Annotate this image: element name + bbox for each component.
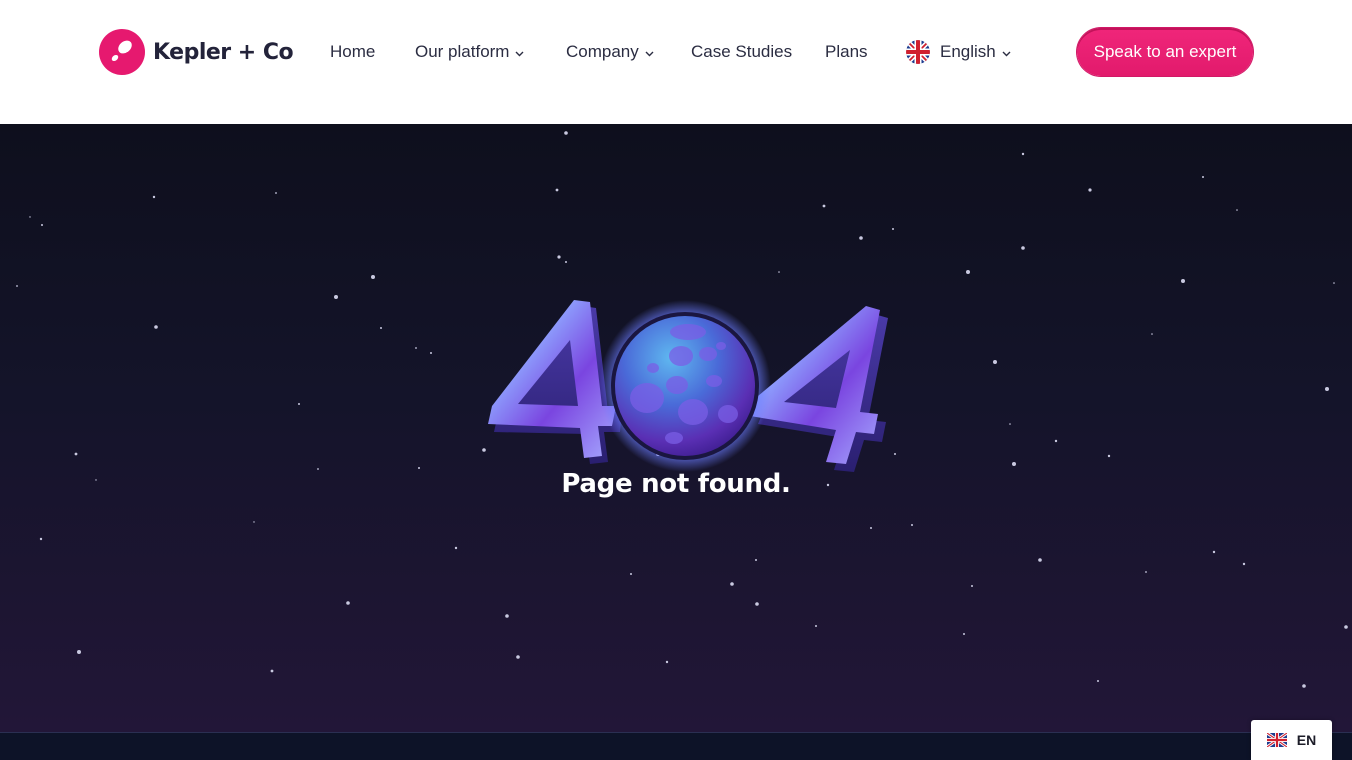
nav-our-platform[interactable]: Our platform <box>415 40 524 64</box>
uk-flag-icon <box>906 40 930 64</box>
uk-flag-icon <box>1266 733 1287 747</box>
language-selector[interactable]: English <box>906 40 1011 64</box>
kepler-logo-icon <box>99 29 145 75</box>
page-not-found-message: Page not found. <box>561 469 791 499</box>
nav-company[interactable]: Company <box>566 40 654 64</box>
brand-logo[interactable]: Kepler + Co <box>99 29 294 75</box>
chevron-down-icon <box>645 51 654 56</box>
site-header: Kepler + Co Home Our platform Company Ca… <box>0 0 1352 124</box>
nav-plans-label: Plans <box>825 42 868 61</box>
not-found-hero: Page not found. <box>0 124 1352 733</box>
planet-icon <box>599 300 771 472</box>
nav-home-label: Home <box>330 42 376 61</box>
language-label: English <box>940 42 996 61</box>
language-code: EN <box>1296 732 1317 748</box>
nav-our-platform-label: Our platform <box>415 42 510 61</box>
nav-case-studies-label: Case Studies <box>691 42 793 61</box>
chevron-down-icon <box>1002 51 1011 56</box>
nav-company-label: Company <box>566 42 639 61</box>
footer-strip <box>0 732 1352 760</box>
brand-name: Kepler + Co <box>153 39 294 65</box>
cta-label: Speak to an expert <box>1093 42 1237 61</box>
nav-plans[interactable]: Plans <box>825 40 868 64</box>
speak-to-expert-button[interactable]: Speak to an expert <box>1077 28 1253 76</box>
chevron-down-icon <box>515 51 524 56</box>
error-404-illustration <box>488 300 888 472</box>
language-widget[interactable]: EN <box>1251 720 1332 760</box>
nav-home[interactable]: Home <box>330 40 375 64</box>
nav-case-studies[interactable]: Case Studies <box>691 40 792 64</box>
